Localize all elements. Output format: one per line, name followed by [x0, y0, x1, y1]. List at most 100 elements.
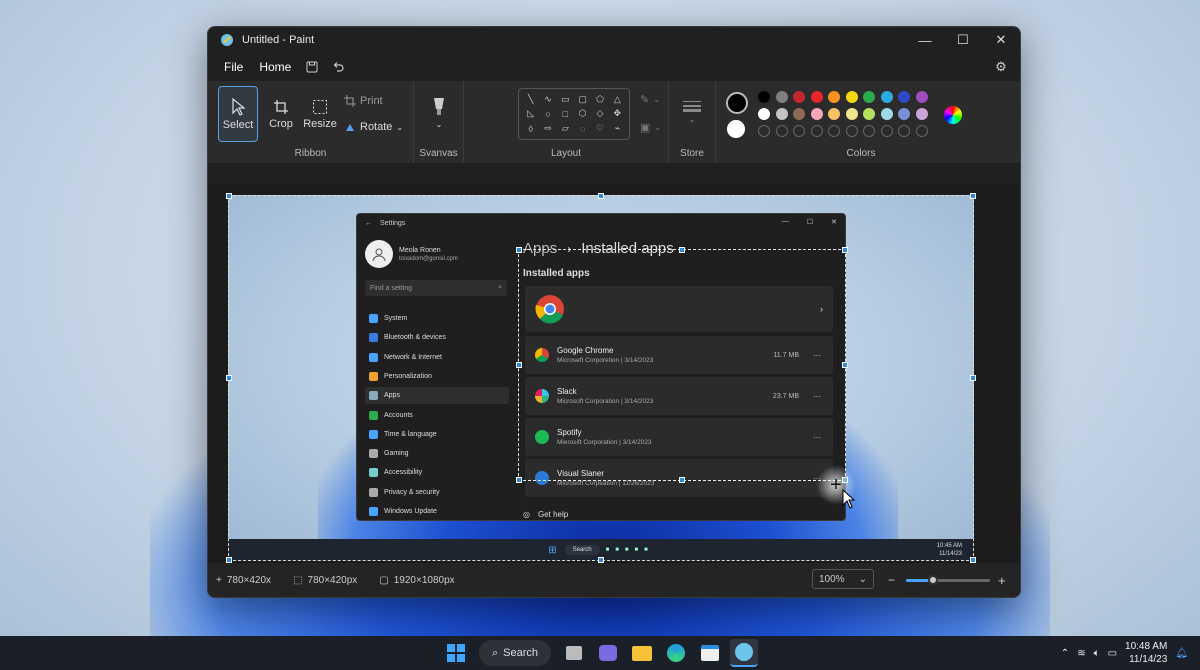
zoom-out-button[interactable]: −	[888, 573, 895, 587]
file-explorer-icon[interactable]	[628, 639, 656, 667]
palette-swatch[interactable]	[810, 91, 823, 103]
four-arrow-shape-icon[interactable]: ✥	[614, 108, 622, 119]
store-icon[interactable]	[696, 639, 724, 667]
maximize-button[interactable]: ☐	[944, 27, 982, 53]
start-button[interactable]	[442, 639, 470, 667]
settings-gear-icon[interactable]: ⚙	[990, 56, 1012, 78]
zoom-slider[interactable]	[906, 575, 990, 585]
palette-swatch[interactable]	[828, 108, 840, 120]
palette-swatch[interactable]	[898, 108, 910, 120]
settings-nav-item[interactable]: Windows Update	[365, 503, 509, 520]
settings-nav-item[interactable]: Time & language	[365, 426, 509, 443]
triangle-shape-icon[interactable]: △	[614, 94, 621, 105]
chevron-up-icon[interactable]: ⌃	[1061, 648, 1069, 659]
palette-swatch[interactable]	[775, 108, 788, 120]
custom-color-slot[interactable]	[828, 125, 840, 137]
arrow-shape-icon[interactable]: ⇨	[544, 123, 552, 134]
battery-icon[interactable]: ▭	[1108, 648, 1117, 659]
shapes-gallery[interactable]: ╲ ∿ ▭ ▢ ⬠ △ ◺ ○ □ ⬡ ◇ ✥ ◊ ⇨ ▱ ◌ ♡ ⌁	[518, 88, 630, 140]
settings-nav-item[interactable]: Accounts	[365, 407, 509, 424]
taskbar-search[interactable]: ⌕ Search	[479, 640, 551, 666]
palette-swatch[interactable]	[915, 91, 928, 103]
callout-shape-icon[interactable]: ◌	[580, 124, 585, 134]
close-button[interactable]: ✕	[982, 27, 1020, 53]
curve-shape-icon[interactable]: ∿	[544, 94, 552, 105]
palette-swatch[interactable]	[758, 108, 770, 120]
undo-icon[interactable]	[327, 56, 349, 78]
rounded-rect-shape-icon[interactable]: ▢	[578, 94, 587, 105]
get-help-link[interactable]: ◎ Get help	[523, 510, 568, 519]
select-tool-button[interactable]: Select	[218, 86, 258, 142]
diamond-shape-icon[interactable]: ◇	[597, 108, 604, 119]
teams-icon[interactable]	[594, 639, 622, 667]
save-icon[interactable]	[301, 56, 323, 78]
custom-color-slot[interactable]	[915, 125, 928, 137]
palette-swatch[interactable]	[828, 91, 840, 103]
task-view-icon[interactable]	[560, 639, 588, 667]
zoom-in-button[interactable]: +	[998, 573, 1006, 588]
zoom-select[interactable]: 100% ⌄	[812, 569, 874, 589]
custom-color-slot[interactable]	[845, 125, 858, 137]
settings-nav-item[interactable]: Network & Internet	[365, 349, 509, 366]
settings-nav-item[interactable]: Bluetooth & devices	[365, 329, 509, 346]
settings-nav-item[interactable]: Accessibility	[365, 464, 509, 481]
volume-icon[interactable]: 🔈︎	[1094, 648, 1100, 659]
find-setting-search-input[interactable]: Find a setting ⌕	[365, 280, 507, 296]
palette-swatch[interactable]	[793, 108, 805, 120]
hexagon-shape-icon[interactable]: ⬡	[579, 108, 587, 119]
zoom-slider-thumb[interactable]	[928, 575, 938, 585]
print-button[interactable]: Print	[344, 95, 383, 107]
edge-icon[interactable]	[662, 639, 690, 667]
speech-shape-icon[interactable]: ▱	[562, 123, 569, 134]
rectangle-shape-icon[interactable]: ▭	[561, 94, 570, 105]
size-tool-button[interactable]: ⌄	[677, 95, 707, 129]
square-shape-icon[interactable]: □	[563, 109, 568, 119]
custom-color-slot[interactable]	[793, 125, 805, 137]
custom-color-slot[interactable]	[898, 125, 910, 137]
edit-colors-icon[interactable]	[944, 106, 962, 124]
canvas-area[interactable]: ← Settings Meola Ronen tossidom@gonsil.c…	[208, 183, 1020, 565]
color-1-swatch[interactable]	[726, 92, 748, 114]
paint-taskbar-icon[interactable]	[730, 639, 758, 667]
palette-swatch[interactable]	[775, 91, 788, 103]
custom-color-slot[interactable]	[810, 125, 823, 137]
line-shape-icon[interactable]: ╲	[528, 94, 533, 105]
palette-swatch[interactable]	[880, 108, 893, 120]
settings-nav-item[interactable]: Gaming	[365, 445, 509, 462]
palette-swatch[interactable]	[880, 91, 893, 103]
wifi-icon[interactable]: ≋	[1077, 648, 1085, 659]
ellipse-shape-icon[interactable]: ○	[545, 109, 550, 119]
menu-file[interactable]: File	[218, 56, 249, 78]
palette-swatch[interactable]	[793, 91, 805, 103]
scroll-shape-icon[interactable]: ⌁	[615, 123, 620, 134]
settings-nav-item[interactable]: Privacy & security	[365, 484, 509, 501]
palette-swatch[interactable]	[845, 91, 858, 103]
clock[interactable]: 10:48 AM 11/14/23	[1125, 640, 1167, 666]
rotate-button[interactable]: Rotate ⌄	[344, 121, 403, 133]
heart-shape-icon[interactable]: ♡	[596, 123, 604, 134]
custom-color-slot[interactable]	[880, 125, 893, 137]
color-2-swatch[interactable]	[727, 120, 745, 138]
notification-bell-icon[interactable]: 🔔︎	[1175, 648, 1188, 659]
diamond-small-shape-icon[interactable]: ◊	[528, 124, 532, 134]
custom-color-slot[interactable]	[863, 125, 875, 137]
settings-nav-item[interactable]: Personalization	[365, 368, 509, 385]
outline-button[interactable]: ✎ ⌄	[640, 93, 660, 106]
minimize-button[interactable]: —	[906, 27, 944, 53]
crop-tool-button[interactable]: Crop	[262, 86, 300, 142]
settings-nav-item[interactable]: System	[365, 310, 509, 327]
palette-swatch[interactable]	[810, 108, 823, 120]
palette-swatch[interactable]	[845, 108, 858, 120]
resize-tool-button[interactable]: Resize	[300, 86, 340, 142]
settings-nav-item[interactable]: Apps	[365, 387, 509, 405]
palette-swatch[interactable]	[863, 91, 875, 103]
fill-button[interactable]: ▣ ⌄	[640, 121, 661, 134]
palette-swatch[interactable]	[863, 108, 875, 120]
custom-color-slot[interactable]	[758, 125, 770, 137]
polygon-shape-icon[interactable]: ⬠	[596, 94, 604, 105]
brush-tool-button[interactable]: ⌄	[424, 93, 454, 133]
custom-color-slot[interactable]	[775, 125, 788, 137]
right-triangle-shape-icon[interactable]: ◺	[527, 108, 534, 119]
canvas-image[interactable]: ← Settings Meola Ronen tossidom@gonsil.c…	[228, 195, 974, 561]
palette-swatch[interactable]	[758, 91, 770, 103]
